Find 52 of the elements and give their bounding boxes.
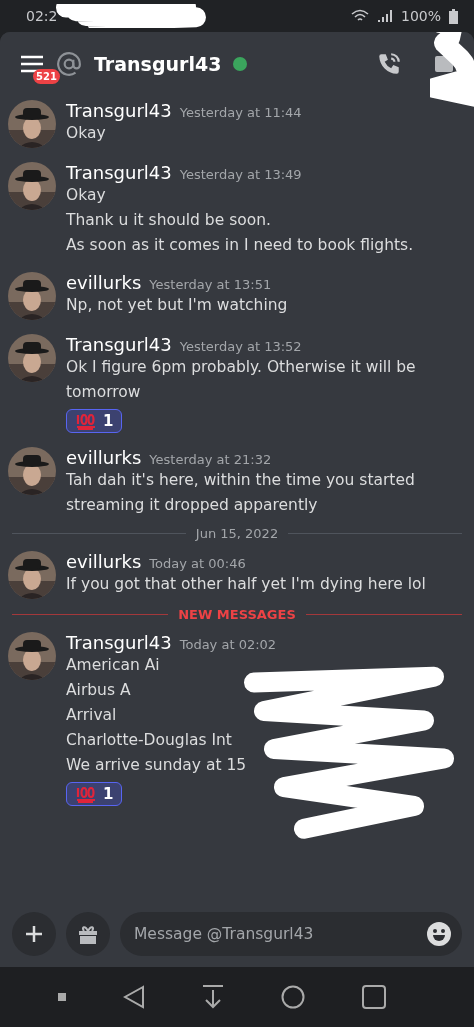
recents-icon[interactable] (361, 985, 386, 1009)
message-timestamp: Yesterday at 11:44 (179, 105, 302, 120)
message-text: Arrival (66, 705, 118, 726)
author-name[interactable]: evillurks (66, 447, 142, 468)
message-text: If you got that other half yet I'm dying here lol (66, 574, 426, 595)
reaction-chip[interactable]: 1 (66, 782, 123, 806)
back-icon[interactable] (123, 985, 146, 1009)
reaction-chip[interactable]: 1 (66, 409, 123, 433)
message-text: Okay (66, 123, 107, 144)
status-time: 02:2 (26, 8, 58, 24)
message-input[interactable]: Message @Transgurl43 (120, 912, 462, 956)
message-timestamp: Yesterday at 13:52 (179, 339, 302, 354)
new-messages-divider: NEW MESSAGES (178, 607, 296, 622)
at-sign-icon (56, 51, 82, 77)
battery-icon (449, 8, 458, 24)
channel-title: Transgurl43 (94, 53, 222, 75)
author-name[interactable]: evillurks (66, 551, 142, 572)
wifi-icon (350, 9, 369, 23)
message-text: Ok I figure 6pm probably. Otherwise it will be tomorrow (66, 357, 417, 403)
message-text: Airbus A (66, 680, 132, 701)
battery-level: 100% (400, 8, 441, 24)
message-timestamp: Yesterday at 13:49 (179, 167, 302, 182)
date-divider: Jun 15, 2022 (195, 526, 279, 541)
gift-button[interactable] (66, 912, 110, 956)
hundred-points-icon (75, 412, 97, 430)
author-name[interactable]: evillurks (66, 272, 142, 293)
author-name[interactable]: Transgurl43 (66, 162, 172, 183)
message-text: We arrive sunday at 15 (66, 755, 248, 776)
author-name[interactable]: Transgurl43 (66, 334, 172, 355)
unread-badge: 521 (33, 69, 60, 84)
message-text: As soon as it comes in I need to book flights. (66, 235, 414, 256)
message-text: Charlotte-Douglas Int (66, 730, 233, 751)
message-text: Okay (66, 185, 107, 206)
phone-call-icon[interactable] (376, 51, 402, 77)
message-text: American Ai (66, 655, 161, 676)
plus-icon (24, 924, 44, 944)
hundred-points-icon (75, 785, 97, 803)
message-text: Np, not yet but I'm watching (66, 295, 288, 316)
message-text: Tah dah it's here, within the time you started streaming it dropped apparently (66, 470, 416, 516)
arrow-down-icon[interactable] (202, 985, 224, 1009)
home-icon[interactable] (280, 985, 305, 1009)
message-timestamp: Yesterday at 13:51 (149, 277, 272, 292)
message-timestamp: Today at 00:46 (149, 556, 246, 571)
message-text: Thank u it should be soon. (66, 210, 272, 231)
add-button[interactable] (12, 912, 56, 956)
menu-icon[interactable] (20, 54, 44, 74)
author-name[interactable]: Transgurl43 (66, 100, 172, 121)
signal-icon (376, 9, 393, 23)
message-timestamp: Today at 02:02 (179, 637, 277, 652)
message-timestamp: Yesterday at 21:32 (149, 452, 272, 467)
author-name[interactable]: Transgurl43 (66, 632, 172, 653)
smiley-icon[interactable] (426, 921, 452, 947)
